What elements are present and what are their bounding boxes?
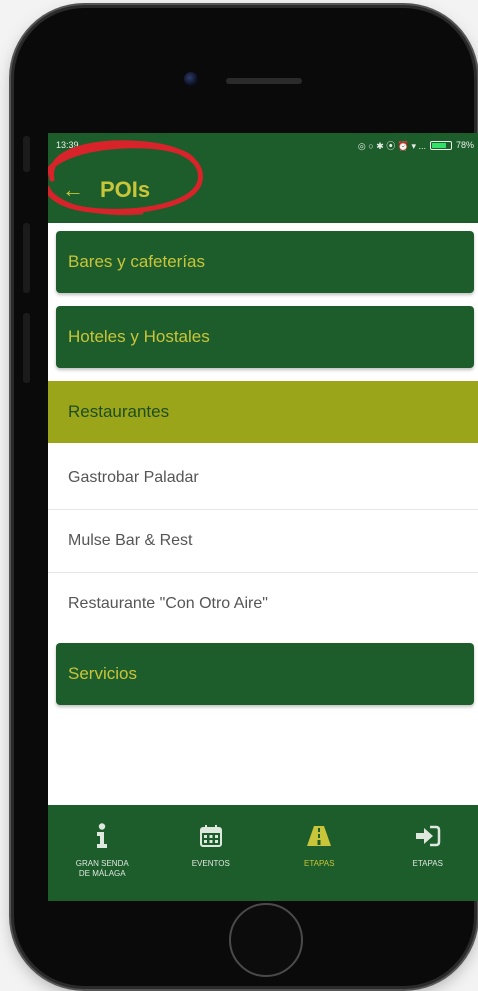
- app-bar: ← POIs: [48, 140, 478, 223]
- nav-gran-senda[interactable]: GRAN SENDA DE MÁLAGA: [57, 805, 147, 879]
- list-item-label: Gastrobar Paladar: [68, 469, 199, 486]
- nav-eventos[interactable]: EVENTOS: [166, 805, 256, 869]
- category-restaurantes-expanded[interactable]: Restaurantes: [48, 381, 478, 443]
- mute-switch: [23, 136, 30, 172]
- nav-etapas-login[interactable]: ETAPAS: [383, 805, 473, 869]
- calendar-icon: [166, 821, 256, 851]
- app-screen: 13:39 ◎ ○ ✱ ⦿ ⏰ ▾ ... 78% ← POIs Bares y…: [48, 133, 478, 901]
- page-title: POIs: [100, 177, 151, 202]
- category-bares[interactable]: Bares y cafeterías: [56, 231, 474, 293]
- category-servicios[interactable]: Servicios: [56, 643, 474, 705]
- status-bar: 13:39 ◎ ○ ✱ ⦿ ⏰ ▾ ... 78%: [48, 133, 478, 157]
- nav-label: ETAPAS: [412, 859, 443, 868]
- category-label: Hoteles y Hostales: [68, 327, 210, 346]
- list-item-mulse-bar[interactable]: Mulse Bar & Rest: [48, 510, 478, 573]
- nav-label: EVENTOS: [191, 859, 230, 868]
- list-item-gastrobar-paladar[interactable]: Gastrobar Paladar: [48, 447, 478, 510]
- bottom-navigation: GRAN SENDA DE MÁLAGA EVENTOS ETAPAS ETAP…: [48, 805, 478, 901]
- earpiece-speaker: [226, 78, 302, 84]
- volume-up-button: [23, 223, 30, 293]
- category-hoteles[interactable]: Hoteles y Hostales: [56, 306, 474, 368]
- nav-label: GRAN SENDA DE MÁLAGA: [75, 859, 129, 878]
- status-time: 13:39: [56, 140, 79, 150]
- list-item-label: Restaurante "Con Otro Aire": [68, 595, 268, 612]
- status-indicators: ◎ ○ ✱ ⦿ ⏰ ▾ ...: [357, 140, 426, 151]
- list-item-label: Mulse Bar & Rest: [68, 532, 193, 549]
- list-item-con-otro-aire[interactable]: Restaurante "Con Otro Aire": [48, 573, 478, 635]
- road-icon: [274, 821, 364, 851]
- front-camera: [184, 72, 198, 86]
- poi-list: Bares y cafeterías Hoteles y Hostales Re…: [48, 223, 478, 705]
- status-icons: ◎ ○ ✱ ⦿ ⏰ ▾ ... 78%: [358, 139, 474, 152]
- back-arrow-icon[interactable]: ←: [62, 177, 84, 203]
- phone-frame: 13:39 ◎ ○ ✱ ⦿ ⏰ ▾ ... 78% ← POIs Bares y…: [14, 8, 478, 986]
- battery-percent: 78%: [455, 140, 474, 150]
- home-button[interactable]: [229, 903, 303, 977]
- category-label: Bares y cafeterías: [68, 252, 206, 271]
- battery-icon: [429, 140, 452, 150]
- nav-label: ETAPAS: [304, 859, 335, 868]
- sign-in-icon: [383, 821, 473, 851]
- category-label: Servicios: [68, 664, 137, 683]
- info-icon: [57, 821, 147, 851]
- volume-down-button: [23, 313, 30, 383]
- category-label: Restaurantes: [68, 402, 170, 421]
- nav-etapas-active[interactable]: ETAPAS: [274, 805, 364, 869]
